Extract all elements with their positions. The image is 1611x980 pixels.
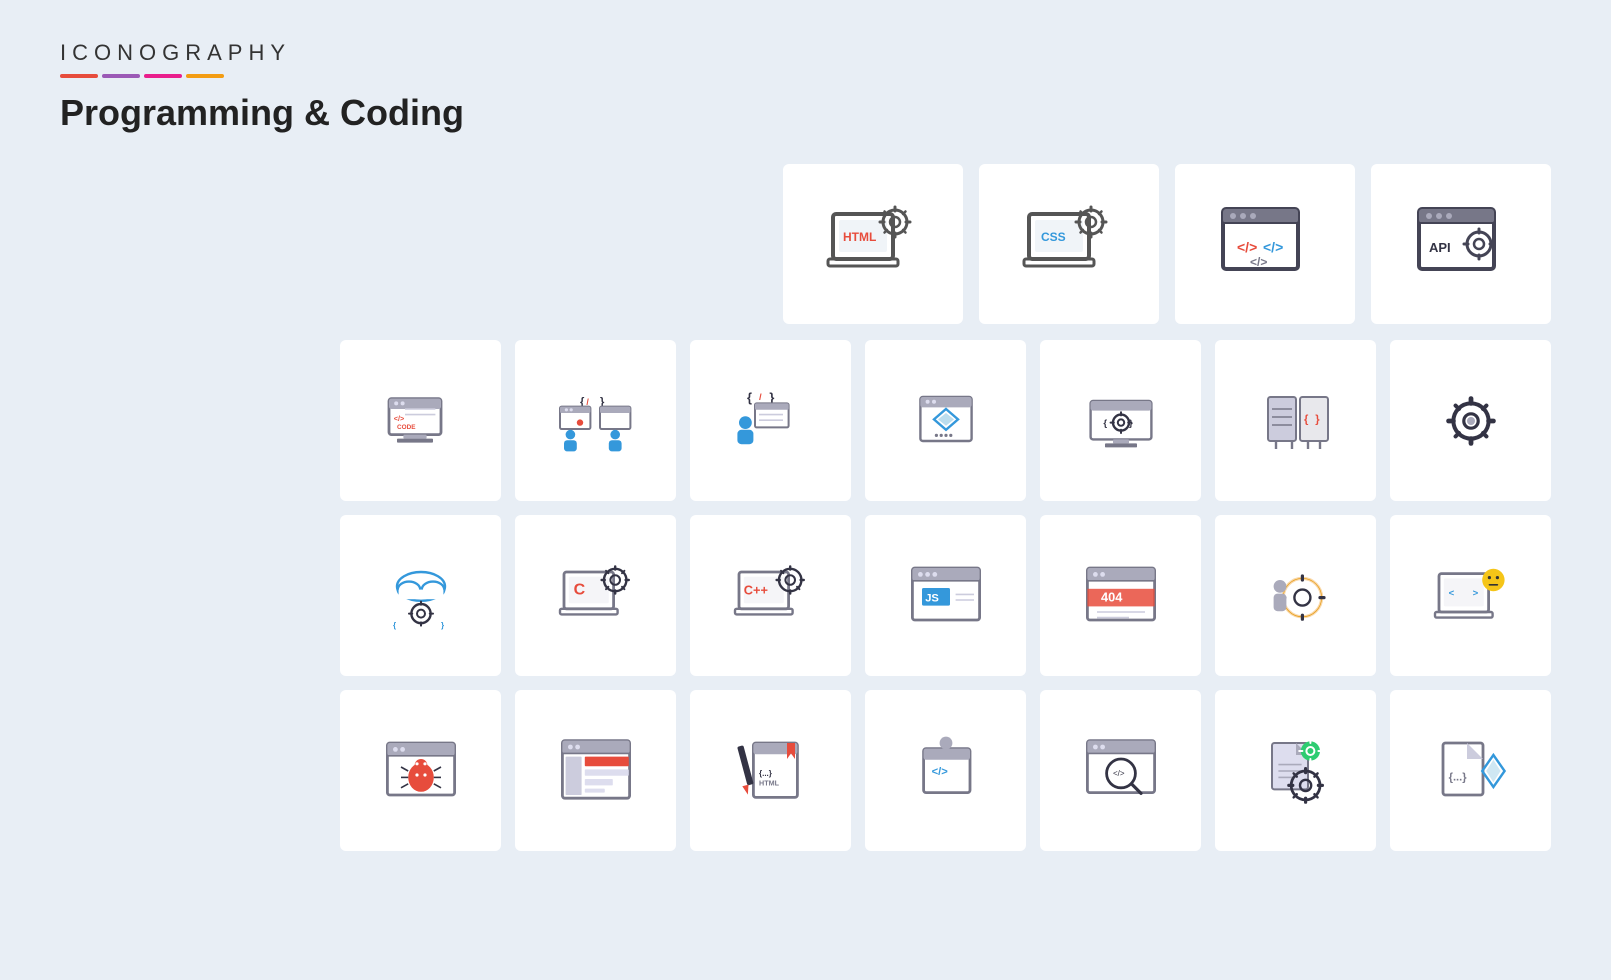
icon-gear-monitor: { } <box>1040 340 1201 501</box>
brand-name: ICONOGRAPHY <box>60 40 1551 66</box>
icon-diamond-code <box>865 340 1026 501</box>
icon-grid: </> CODE { } / <box>340 340 1551 851</box>
bar-1 <box>60 74 98 78</box>
icon-bug-browser <box>340 690 501 851</box>
svg-text:{: { <box>1103 417 1107 428</box>
svg-text:C++: C++ <box>743 582 767 597</box>
bar-4 <box>186 74 224 78</box>
icon-dev-code: </> <box>865 690 1026 851</box>
svg-text:C: C <box>573 581 585 598</box>
svg-text:</>: </> <box>1237 239 1257 255</box>
icon-code-review: { } / <box>515 340 676 501</box>
icon-search-code: </> <box>1040 690 1201 851</box>
header: ICONOGRAPHY Programming & Coding <box>60 40 1551 134</box>
icon-code-monitor: </> CODE <box>340 340 501 501</box>
svg-text:CODE: CODE <box>397 424 416 431</box>
icon-ui-browser <box>515 690 676 851</box>
icon-404-browser: 404 <box>1040 515 1201 676</box>
svg-text:{: { <box>1304 413 1309 425</box>
svg-text:{: { <box>747 389 752 404</box>
svg-text:<: < <box>1448 588 1454 599</box>
icon-c-laptop: C <box>515 515 676 676</box>
bar-2 <box>102 74 140 78</box>
svg-text:>: > <box>1472 588 1478 599</box>
icon-gear-file <box>1215 690 1376 851</box>
svg-text:{: { <box>393 621 396 630</box>
svg-text:}: } <box>441 621 444 630</box>
icon-server-code: { } <box>1215 340 1376 501</box>
icon-error-laptop: < > <box>1390 515 1551 676</box>
icon-code-browser: </> </> </> <box>1175 164 1355 324</box>
icon-css-settings: CSS <box>979 164 1159 324</box>
icon-html-settings: HTML <box>783 164 963 324</box>
svg-text:</>: </> <box>1113 768 1125 777</box>
svg-text:</>: </> <box>1250 255 1267 269</box>
page-title: Programming & Coding <box>60 92 1551 134</box>
svg-text:HTML: HTML <box>759 778 780 787</box>
icon-js-browser: JS <box>865 515 1026 676</box>
icon-api-settings: API <box>1371 164 1551 324</box>
svg-text:</>: </> <box>1263 239 1283 255</box>
svg-text:CSS: CSS <box>1041 230 1066 244</box>
bar-3 <box>144 74 182 78</box>
svg-text:404: 404 <box>1101 589 1123 604</box>
icon-diamond-bracket: {...} <box>1390 690 1551 851</box>
svg-text:API: API <box>1429 240 1451 255</box>
icon-user-code: { } / <box>690 340 851 501</box>
svg-text:}: } <box>1315 413 1320 425</box>
brand-bars <box>60 74 1551 78</box>
icon-html-bookmark: {...} HTML <box>690 690 851 851</box>
top-icons-row: HTML <box>340 164 1551 324</box>
svg-text:JS: JS <box>925 592 939 604</box>
svg-text:{...}: {...} <box>759 768 772 777</box>
icon-gear-standalone <box>1390 340 1551 501</box>
icon-cloud-settings: { } <box>340 515 501 676</box>
svg-text:{...}: {...} <box>1448 771 1467 783</box>
svg-text:/: / <box>759 392 762 403</box>
page-container: ICONOGRAPHY Programming & Coding <box>0 0 1611 980</box>
svg-text:</>: </> <box>931 766 948 778</box>
icon-developer-gear <box>1215 515 1376 676</box>
icon-cpp-laptop: C++ <box>690 515 851 676</box>
svg-text:HTML: HTML <box>843 230 876 244</box>
svg-text:</>: </> <box>393 414 403 423</box>
svg-text:/: / <box>586 397 589 407</box>
